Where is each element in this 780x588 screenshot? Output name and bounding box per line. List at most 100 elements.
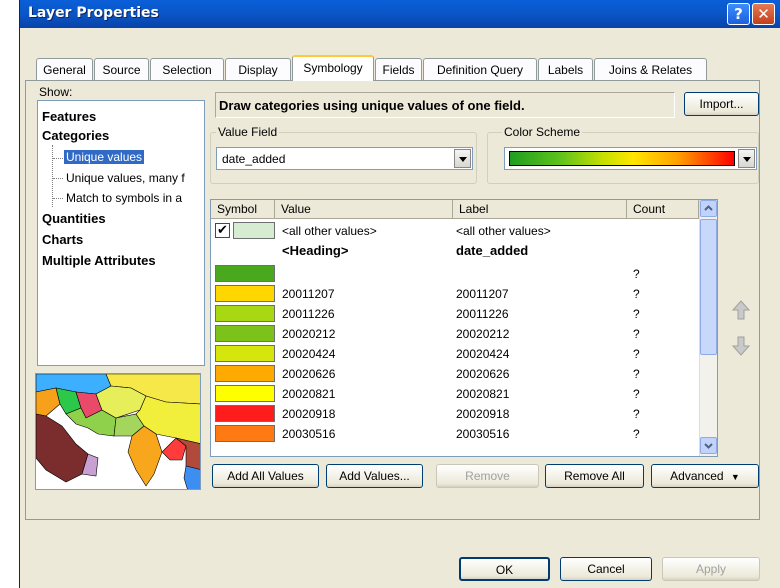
row-count: ?: [633, 407, 640, 421]
tree-multiple-attributes[interactable]: Multiple Attributes: [42, 253, 156, 268]
cancel-button[interactable]: Cancel: [560, 557, 652, 581]
arrow-up-icon: [731, 300, 751, 320]
help-button[interactable]: ?: [727, 3, 750, 25]
tab-selection[interactable]: Selection: [150, 58, 224, 80]
row-value: 20020626: [282, 367, 336, 381]
move-up-button[interactable]: [729, 297, 753, 323]
tab-display[interactable]: Display: [225, 58, 291, 80]
tree-match-to-symbols[interactable]: Match to symbols in a: [66, 191, 182, 205]
table-row[interactable]: 20020918 20020918 ?: [211, 404, 699, 423]
column-header-label[interactable]: Label: [453, 200, 627, 219]
add-all-values-button[interactable]: Add All Values: [212, 464, 319, 488]
row-value: <all other values>: [282, 224, 377, 238]
table-row[interactable]: <Heading> date_added: [211, 241, 699, 260]
scroll-down-button[interactable]: [700, 437, 717, 454]
show-label: Show:: [39, 85, 73, 99]
table-row[interactable]: 20020212 20020212 ?: [211, 324, 699, 343]
column-header-count[interactable]: Count: [627, 200, 699, 219]
row-value: 20011226: [282, 307, 335, 321]
chevron-down-icon[interactable]: [738, 149, 755, 168]
tab-symbology[interactable]: Symbology: [292, 55, 374, 81]
tab-general[interactable]: General: [36, 58, 93, 80]
description-text: Draw categories using unique values of o…: [215, 92, 675, 118]
tab-fields[interactable]: Fields: [375, 58, 422, 80]
symbol-swatch[interactable]: [215, 345, 275, 362]
column-header-symbol[interactable]: Symbol: [211, 200, 275, 219]
map-preview-graphic: [36, 374, 200, 489]
symbol-swatch[interactable]: [215, 325, 275, 342]
value-field-select[interactable]: date_added: [216, 147, 473, 170]
table-header: Symbol Value Label Count: [211, 200, 699, 219]
tab-labels[interactable]: Labels: [538, 58, 593, 80]
move-down-button[interactable]: [729, 333, 753, 359]
advanced-button-label: Advanced: [670, 469, 724, 483]
column-header-value[interactable]: Value: [275, 200, 453, 219]
chevron-down-icon: [704, 443, 713, 449]
symbol-swatch[interactable]: [215, 265, 275, 282]
symbol-swatch[interactable]: [215, 305, 275, 322]
vertical-scrollbar[interactable]: [699, 200, 717, 456]
symbol-swatch[interactable]: [233, 222, 275, 239]
row-count: ?: [633, 287, 640, 301]
table-row[interactable]: 20030516 20030516 ?: [211, 424, 699, 443]
advanced-button[interactable]: Advanced ▼: [651, 464, 759, 488]
table-row[interactable]: 20020821 20020821 ?: [211, 384, 699, 403]
close-button[interactable]: ✕: [752, 3, 775, 25]
table-row[interactable]: 20020424 20020424 ?: [211, 344, 699, 363]
tree-charts[interactable]: Charts: [42, 232, 83, 247]
table-row[interactable]: 20020626 20020626 ?: [211, 364, 699, 383]
caret-down-icon: ▼: [730, 472, 740, 482]
add-values-button[interactable]: Add Values...: [326, 464, 423, 488]
values-table: Symbol Value Label Count <all other valu…: [210, 199, 718, 457]
value-field-value: date_added: [222, 152, 286, 166]
apply-button[interactable]: Apply: [662, 557, 760, 581]
row-count: ?: [633, 347, 640, 361]
tree-categories[interactable]: Categories: [42, 128, 109, 143]
map-preview-image: [35, 373, 201, 490]
row-value: 20020424: [282, 347, 336, 361]
row-label: date_added: [456, 243, 529, 258]
row-label: 20030516: [456, 427, 510, 441]
import-button[interactable]: Import...: [684, 92, 759, 116]
scroll-up-button[interactable]: [700, 200, 717, 217]
symbol-swatch[interactable]: [215, 425, 275, 442]
tab-joins-relates[interactable]: Joins & Relates: [594, 58, 707, 80]
tree-connector: [53, 198, 63, 199]
remove-all-button[interactable]: Remove All: [545, 464, 644, 488]
remove-button[interactable]: Remove: [436, 464, 539, 488]
row-value: 20020918: [282, 407, 336, 421]
symbol-swatch[interactable]: [215, 385, 275, 402]
window-title: Layer Properties: [28, 5, 159, 21]
table-row[interactable]: ?: [211, 264, 699, 283]
symbol-swatch[interactable]: [215, 365, 275, 382]
tree-unique-values[interactable]: Unique values: [64, 150, 145, 164]
arrow-down-icon: [731, 336, 751, 356]
row-value: <Heading>: [282, 243, 349, 258]
show-tree: Features Categories Unique values Unique…: [37, 100, 205, 366]
table-row[interactable]: <all other values> <all other values>: [211, 221, 699, 240]
tree-connector: [53, 158, 63, 159]
color-scheme-select[interactable]: [504, 147, 757, 170]
row-label: 20020424: [456, 347, 510, 361]
row-value: 20011207: [282, 287, 335, 301]
tree-unique-values-many[interactable]: Unique values, many f: [66, 171, 185, 185]
scroll-thumb[interactable]: [700, 219, 717, 355]
title-bar[interactable]: Layer Properties ? ✕: [20, 0, 780, 28]
tab-source[interactable]: Source: [94, 58, 149, 80]
tab-definition-query[interactable]: Definition Query: [423, 58, 537, 80]
ok-button[interactable]: OK: [459, 557, 550, 581]
row-value: 20020212: [282, 327, 336, 341]
symbol-swatch[interactable]: [215, 405, 275, 422]
row-label: 20020918: [456, 407, 510, 421]
row-value: 20030516: [282, 427, 336, 441]
chevron-down-icon[interactable]: [454, 149, 471, 168]
row-label: <all other values>: [456, 224, 551, 238]
all-other-values-checkbox[interactable]: [215, 222, 230, 238]
row-count: ?: [633, 367, 640, 381]
tree-connector: [53, 178, 63, 179]
table-row[interactable]: 20011226 20011226 ?: [211, 304, 699, 323]
table-row[interactable]: 20011207 20011207 ?: [211, 284, 699, 303]
tree-quantities[interactable]: Quantities: [42, 211, 106, 226]
symbol-swatch[interactable]: [215, 285, 275, 302]
tree-features[interactable]: Features: [42, 109, 96, 124]
